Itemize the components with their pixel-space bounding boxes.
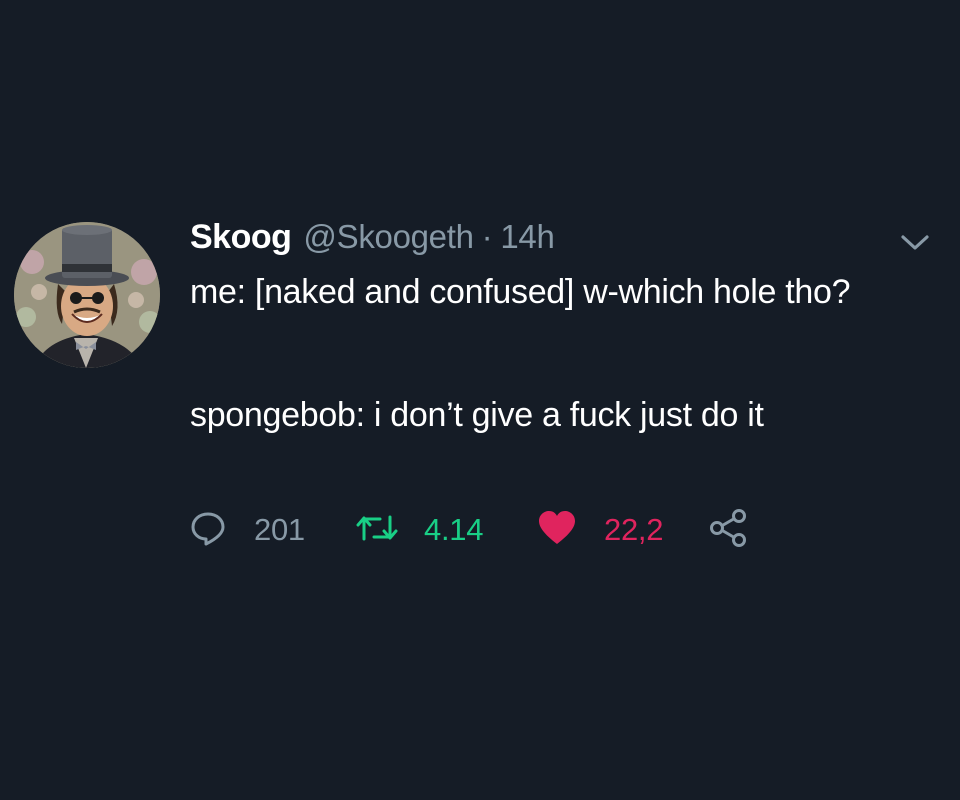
reply-button[interactable]: 201 bbox=[190, 506, 305, 554]
tweet-header: Skoog @Skoogeth · 14h bbox=[190, 218, 555, 262]
retweet-icon bbox=[356, 513, 398, 548]
retweet-button[interactable]: 4.14 bbox=[356, 506, 483, 554]
chevron-down-icon[interactable] bbox=[897, 231, 933, 255]
reply-icon bbox=[190, 510, 226, 551]
share-button[interactable] bbox=[708, 506, 748, 554]
separator-dot: · bbox=[481, 218, 493, 255]
avatar-image bbox=[14, 222, 160, 368]
tweet-text: me: [naked and confused] w-which hole th… bbox=[190, 272, 930, 436]
like-button[interactable]: 22,2 bbox=[538, 506, 663, 554]
timestamp[interactable]: 14h bbox=[500, 218, 554, 256]
reply-count: 201 bbox=[254, 512, 305, 547]
tweet-text-line: spongebob: i don’t give a fuck just do i… bbox=[190, 396, 764, 434]
avatar[interactable] bbox=[14, 222, 160, 368]
like-count: 22,2 bbox=[604, 512, 664, 547]
retweet-count: 4.14 bbox=[424, 512, 484, 547]
user-handle[interactable]: @Skoogeth bbox=[303, 218, 474, 256]
heart-icon bbox=[538, 510, 576, 550]
tweet-actions: 201 4.14 22,2 bbox=[188, 506, 788, 554]
share-icon bbox=[708, 508, 748, 553]
tweet-text-line: me: [naked and confused] w-which hole th… bbox=[190, 273, 851, 311]
display-name[interactable]: Skoog bbox=[190, 218, 292, 257]
tweet: Skoog @Skoogeth · 14h me: [naked and con… bbox=[0, 0, 960, 800]
